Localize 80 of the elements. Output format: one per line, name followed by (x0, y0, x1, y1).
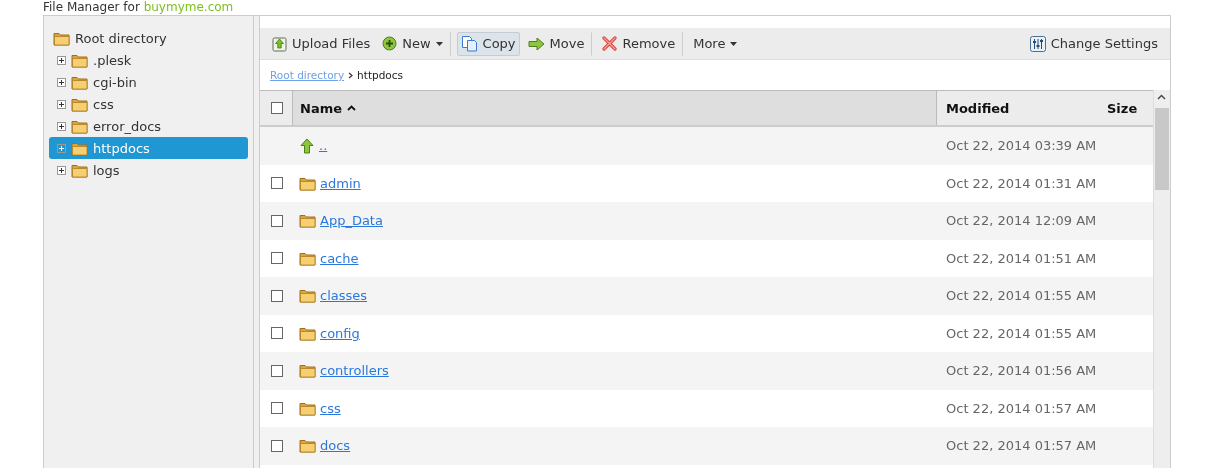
folder-icon (71, 96, 88, 112)
scrollbar-thumb[interactable] (1155, 108, 1169, 190)
folder-link[interactable]: App_Data (320, 213, 383, 229)
chevron-icon (348, 71, 354, 79)
folder-icon (299, 325, 316, 341)
folder-icon (299, 213, 316, 229)
settings-icon (1029, 35, 1046, 52)
folder-icon (299, 175, 316, 191)
caret-icon (730, 41, 738, 46)
folder-icon (299, 400, 316, 416)
new-button[interactable]: New (378, 31, 451, 56)
folder-icon (299, 363, 316, 379)
remove-icon (602, 36, 618, 51)
folder-link[interactable]: classes (320, 288, 368, 304)
modified-date: Oct 22, 2014 01:55 AM (945, 325, 1097, 341)
folder-icon (71, 162, 88, 178)
page-title: File Manager for buymyme.com (43, 0, 234, 14)
expand-icon[interactable] (57, 77, 66, 87)
change-settings-button[interactable]: Change Settings (1025, 31, 1162, 56)
copy-button[interactable]: Copy (456, 31, 520, 56)
folder-link[interactable]: admin (320, 175, 361, 191)
size-column-header[interactable]: Size (1097, 91, 1153, 125)
remove-button[interactable]: Remove (598, 31, 684, 56)
modified-date: Oct 22, 2014 01:55 AM (945, 288, 1097, 304)
folder-icon (71, 74, 88, 90)
parent-folder-link[interactable]: .. (319, 138, 328, 154)
folder-icon (71, 140, 88, 156)
tree-item[interactable]: logs (49, 159, 248, 181)
modified-date: Oct 22, 2014 12:09 AM (945, 213, 1097, 229)
folder-link[interactable]: css (320, 400, 341, 416)
folder-link[interactable]: config (320, 325, 360, 341)
folder-link[interactable]: cache (320, 250, 359, 266)
arrow-right-icon (527, 36, 545, 51)
row-checkbox[interactable] (271, 327, 283, 340)
folder-link[interactable]: controllers (320, 363, 389, 379)
tree-item[interactable]: .plesk (49, 49, 248, 71)
folder-icon (299, 438, 316, 454)
modified-column-header[interactable]: Modified (937, 91, 1097, 125)
expand-icon[interactable] (57, 55, 66, 65)
select-all-checkbox[interactable] (271, 102, 283, 114)
row-checkbox[interactable] (271, 289, 283, 302)
row-checkbox[interactable] (271, 177, 283, 190)
tree-item[interactable]: css (49, 93, 248, 115)
folder-icon (299, 250, 316, 266)
tree-item[interactable]: cgi-bin (49, 71, 248, 93)
row-checkbox[interactable] (271, 214, 283, 227)
name-column-header[interactable]: Name (292, 91, 937, 125)
move-button[interactable]: Move (523, 31, 593, 56)
tree-root[interactable]: Root directory (75, 30, 167, 46)
modified-date: Oct 22, 2014 01:57 AM (945, 438, 1097, 454)
upload-icon (272, 35, 287, 52)
folder-icon (71, 118, 88, 134)
modified-date: Oct 22, 2014 01:56 AM (945, 363, 1097, 379)
row-checkbox[interactable] (271, 252, 283, 265)
scroll-up-icon[interactable] (1157, 94, 1166, 100)
modified-date: Oct 22, 2014 01:51 AM (945, 250, 1097, 266)
up-arrow-icon[interactable] (299, 137, 315, 154)
folder-icon (53, 30, 70, 46)
tree-item[interactable]: error_docs (49, 115, 248, 137)
folder-icon (299, 288, 316, 304)
add-icon (382, 36, 398, 51)
row-checkbox[interactable] (271, 402, 283, 415)
more-button[interactable]: More (689, 31, 742, 56)
splitter-handle[interactable] (253, 16, 260, 468)
folder-link[interactable]: docs (320, 438, 351, 454)
sort-ascending-icon (347, 105, 356, 111)
row-checkbox[interactable] (271, 364, 283, 377)
modified-date: Oct 22, 2014 01:31 AM (945, 175, 1097, 191)
expand-icon[interactable] (57, 165, 66, 175)
row-checkbox[interactable] (271, 439, 283, 452)
modified-date: Oct 22, 2014 03:39 AM (945, 138, 1097, 154)
folder-icon (71, 52, 88, 68)
copy-icon (460, 35, 478, 52)
upload-button[interactable]: Upload Files (268, 31, 375, 56)
expand-icon[interactable] (57, 99, 66, 109)
breadcrumb-current: httpdocs (357, 69, 403, 81)
expand-icon[interactable] (57, 121, 66, 131)
modified-date: Oct 22, 2014 01:57 AM (945, 400, 1097, 416)
scrollbar[interactable] (1153, 90, 1170, 468)
caret-icon (435, 41, 443, 46)
